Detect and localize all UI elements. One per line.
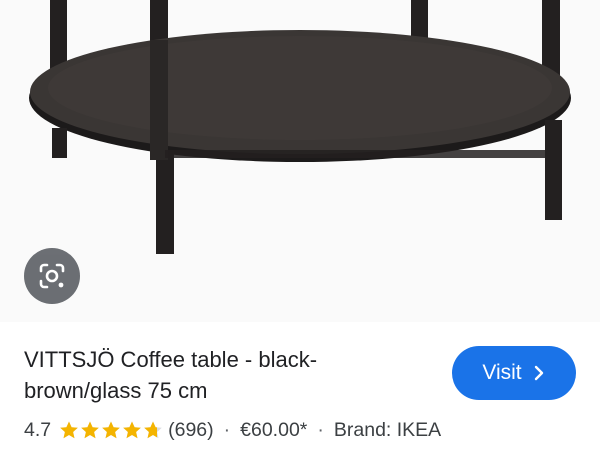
separator: · bbox=[317, 418, 324, 441]
product-title[interactable]: VITTSJÖ Coffee table - black-brown/glass… bbox=[24, 344, 434, 406]
coffee-table-illustration bbox=[29, 0, 571, 254]
star-icon bbox=[123, 421, 141, 439]
product-info-panel: VITTSJÖ Coffee table - black-brown/glass… bbox=[0, 322, 600, 450]
product-meta-row: 4.7 (696) · €60.00* · Brand: IKEA bbox=[24, 416, 441, 444]
star-icon bbox=[102, 421, 120, 439]
star-icon bbox=[144, 421, 162, 439]
star-rating bbox=[59, 420, 164, 440]
star-icon bbox=[81, 421, 99, 439]
price: €60.00* bbox=[240, 418, 308, 441]
rating-value: 4.7 bbox=[24, 418, 52, 441]
visit-button-label: Visit bbox=[482, 361, 522, 384]
google-lens-icon[interactable] bbox=[24, 248, 80, 304]
product-image[interactable] bbox=[0, 0, 600, 322]
product-viewer: VITTSJÖ Coffee table - black-brown/glass… bbox=[0, 0, 600, 450]
separator: · bbox=[223, 418, 231, 441]
brand: Brand: IKEA bbox=[333, 418, 442, 441]
chevron-right-icon bbox=[534, 365, 543, 381]
lens-icon-glyph bbox=[39, 263, 65, 289]
visit-button[interactable]: Visit bbox=[452, 346, 576, 400]
star-icon bbox=[60, 421, 78, 439]
review-count[interactable]: (696) bbox=[168, 419, 214, 442]
